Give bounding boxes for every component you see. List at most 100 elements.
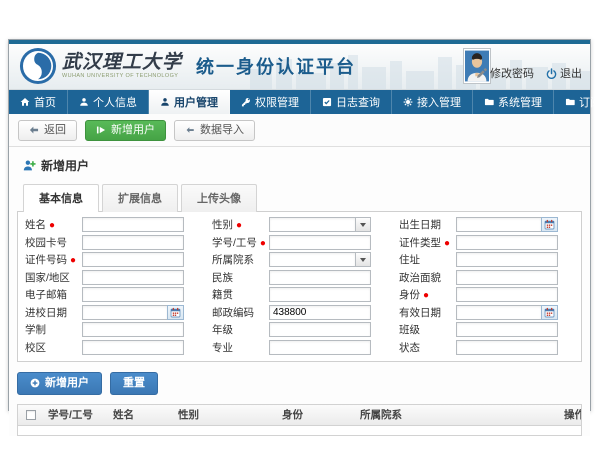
email-input[interactable] — [82, 287, 184, 302]
campus-card-no-label: 校园卡号 — [22, 235, 82, 250]
native-place-input[interactable] — [269, 287, 371, 302]
nav-tab-profile[interactable]: 个人信息 — [68, 90, 149, 114]
nav-tab-permission-mgmt[interactable]: 权限管理 — [230, 90, 311, 114]
form-field-birth-date: 出生日期 — [396, 217, 577, 232]
calendar-icon[interactable] — [541, 217, 558, 232]
header: 武汉理工大学 WUHAN UNIVERSITY OF TECHNOLOGY 统一… — [9, 44, 590, 90]
required-marker: ● — [423, 290, 429, 301]
home-icon — [20, 97, 30, 107]
form-field-id-number: 证件号码● — [22, 252, 203, 267]
postal-code-label: 邮政编码 — [209, 305, 269, 320]
identity-label: 身份● — [396, 287, 456, 302]
form-field-postal-code: 邮政编码 — [209, 305, 390, 320]
university-name-en: WUHAN UNIVERSITY OF TECHNOLOGY — [62, 74, 182, 80]
enrollment-date-input[interactable] — [82, 305, 167, 320]
form-field-grade: 年级 — [209, 322, 390, 337]
major-input[interactable] — [269, 340, 371, 355]
tab-label: 上传头像 — [197, 193, 241, 205]
id-number-input[interactable] — [82, 252, 184, 267]
schooling-length-input[interactable] — [82, 322, 184, 337]
class-input[interactable] — [456, 322, 558, 337]
section-header: 新增用户 — [15, 153, 584, 183]
required-marker: ● — [49, 220, 55, 231]
postal-code-input[interactable] — [269, 305, 371, 320]
political-status-input[interactable] — [456, 270, 558, 285]
campus-input[interactable] — [82, 340, 184, 355]
birth-date-input[interactable] — [456, 217, 541, 232]
campus-card-no-input[interactable] — [82, 235, 184, 250]
nav-tab-user-mgmt[interactable]: 用户管理 — [149, 90, 230, 114]
identity-input[interactable] — [456, 287, 558, 302]
reset-button-label: 重置 — [123, 378, 145, 389]
form-field-status: 状态 — [396, 340, 577, 355]
import-arrow-icon — [185, 125, 195, 135]
tab-upload-avatar[interactable]: 上传头像 — [181, 184, 257, 212]
form-field-ethnicity: 民族 — [209, 270, 390, 285]
valid-date-input[interactable] — [456, 305, 541, 320]
form-field-major: 专业 — [209, 340, 390, 355]
logout-link[interactable]: 退出 — [546, 65, 582, 81]
select-all-checkbox[interactable] — [26, 410, 36, 420]
university-name-cn: 武汉理工大学 — [62, 53, 182, 72]
id-type-input[interactable] — [456, 235, 558, 250]
enrollment-date-label: 进校日期 — [22, 305, 82, 320]
power-icon — [546, 68, 557, 79]
form-field-student-staff-id: 学号/工号● — [209, 235, 390, 250]
status-input[interactable] — [456, 340, 558, 355]
email-label: 电子邮箱 — [22, 287, 82, 302]
calendar-icon[interactable] — [541, 305, 558, 320]
required-marker: ● — [444, 238, 450, 249]
nav-tab-access-mgmt[interactable]: 接入管理 — [392, 90, 473, 114]
column-header: 所属院系 — [356, 407, 560, 422]
change-password-link[interactable]: 修改密码 — [476, 65, 534, 81]
valid-date-label: 有效日期 — [396, 305, 456, 320]
department-select[interactable] — [269, 252, 371, 267]
results-table-header: 学号/工号姓名性别身份所属院系操作 — [18, 405, 581, 426]
tab-label: 扩展信息 — [118, 193, 162, 205]
id-number-label: 证件号码● — [22, 252, 82, 267]
pencil-icon — [476, 68, 487, 79]
nav-tab-label: 权限管理 — [255, 94, 299, 110]
class-label: 班级 — [396, 322, 456, 337]
results-table: 学号/工号姓名性别身份所属院系操作 — [17, 404, 582, 436]
nav-tab-log-query[interactable]: 日志查询 — [311, 90, 392, 114]
nav-tab-label: 日志查询 — [336, 94, 380, 110]
id-type-label: 证件类型● — [396, 235, 456, 250]
back-button[interactable]: 返回 — [18, 120, 77, 141]
required-marker: ● — [260, 238, 266, 249]
nav-tab-home[interactable]: 首页 — [9, 90, 68, 114]
nav-bar: 首页个人信息用户管理权限管理日志查询接入管理系统管理订阅管理 — [9, 90, 590, 114]
form-field-valid-date: 有效日期 — [396, 305, 577, 320]
status-label: 状态 — [396, 340, 456, 355]
add-user-toolbar-button[interactable]: 新增用户 — [85, 120, 166, 141]
tab-extended-info[interactable]: 扩展信息 — [102, 184, 178, 212]
form-field-campus-card-no: 校园卡号 — [22, 235, 203, 250]
nav-tab-system-mgmt[interactable]: 系统管理 — [473, 90, 554, 114]
grade-input[interactable] — [269, 322, 371, 337]
calendar-icon[interactable] — [167, 305, 184, 320]
tab-basic-info[interactable]: 基本信息 — [23, 184, 99, 212]
address-label: 住址 — [396, 252, 456, 267]
department-label: 所属院系 — [209, 252, 269, 267]
platform-title: 统一身份认证平台 — [196, 53, 356, 79]
section-title: 新增用户 — [41, 157, 89, 174]
country-region-input[interactable] — [82, 270, 184, 285]
data-import-button[interactable]: 数据导入 — [174, 120, 255, 141]
gender-label: 性别● — [209, 217, 269, 232]
ethnicity-label: 民族 — [209, 270, 269, 285]
gender-select[interactable] — [269, 217, 371, 232]
ethnicity-input[interactable] — [269, 270, 371, 285]
address-input[interactable] — [456, 252, 558, 267]
users-icon — [160, 97, 170, 107]
student-staff-id-input[interactable] — [269, 235, 371, 250]
form-field-schooling-length: 学制 — [22, 322, 203, 337]
name-input[interactable] — [82, 217, 184, 232]
form-field-identity: 身份● — [396, 287, 577, 302]
submit-add-user-button[interactable]: 新增用户 — [17, 372, 102, 395]
reset-button[interactable]: 重置 — [110, 372, 158, 395]
user-icon — [79, 97, 89, 107]
column-header: 操作 — [560, 407, 581, 422]
campus-label: 校区 — [22, 340, 82, 355]
nav-tab-subscription-mgmt[interactable]: 订阅管理 — [554, 90, 600, 114]
column-header: 身份 — [278, 407, 356, 422]
